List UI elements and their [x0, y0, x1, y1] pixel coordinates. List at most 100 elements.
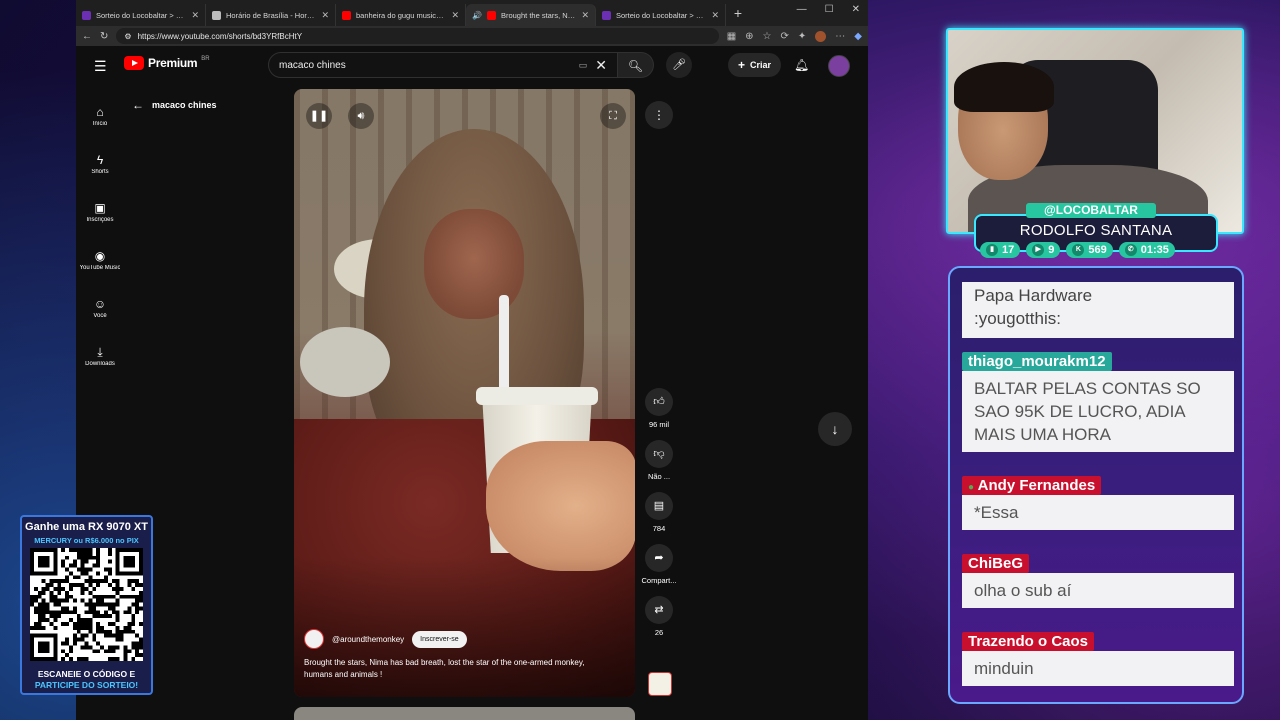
speaker-icon: 🔊	[472, 10, 482, 20]
back-icon[interactable]: ←	[82, 31, 92, 42]
extensions-icon[interactable]: ✦	[798, 31, 806, 42]
remix-action: ⇄ 26	[638, 596, 680, 637]
shorts-icon: ϟ	[96, 152, 104, 167]
badge-icon: ●	[968, 482, 975, 493]
video-caption[interactable]: Brought the stars, Nima has bad breath, …	[304, 657, 604, 681]
stat-youtube: ▶ 9	[1026, 242, 1061, 258]
search-input[interactable]: macaco chines ▭ ✕	[268, 52, 618, 78]
comments-button[interactable]: ▤	[645, 492, 673, 520]
zoom-icon[interactable]: ⊕	[745, 31, 753, 42]
maximize-icon[interactable]: ☐	[825, 4, 834, 15]
sidebar-item-you[interactable]: ☺ Você	[76, 284, 124, 332]
channel-handle[interactable]: @aroundthemonkey	[332, 635, 404, 644]
stream-stats: ▮ 17 ▶ 9 K 569 ✆ 01:35	[980, 242, 1175, 258]
apps-icon[interactable]: ▦	[727, 31, 736, 42]
whatsapp-icon: ✆	[1124, 244, 1137, 256]
download-icon: ⤓	[97, 344, 103, 359]
volume-button[interactable]: 🔊︎	[348, 103, 374, 129]
stat-whatsapp: ✆ 01:35	[1118, 242, 1175, 258]
sidebar-item-downloads[interactable]: ⤓ Downloads	[76, 332, 124, 380]
youtube-header: ☰ Premium BR macaco chines ▭ ✕ 🔍︎ 🎤︎ + Cr…	[76, 46, 868, 86]
close-window-icon[interactable]: ✕	[852, 4, 860, 15]
more-options-button[interactable]: ⋮	[645, 101, 673, 129]
close-icon[interactable]: ✕	[581, 10, 589, 21]
streamer-name: RODOLFO SANTANA	[1019, 222, 1173, 239]
channel-avatar[interactable]	[304, 629, 324, 649]
short-actions: 👍︎ 96 mil 👎︎ Não ... ▤ 784 ➦ Compart... ⇄ 26	[638, 388, 680, 648]
tab-favicon	[82, 10, 91, 20]
fullscreen-button[interactable]: ⛶	[600, 103, 626, 129]
account-avatar[interactable]	[828, 55, 850, 77]
next-video-button[interactable]: ↓	[818, 412, 852, 446]
arrow-down-icon: ↓	[831, 421, 839, 437]
share-icon: ➦	[654, 552, 664, 564]
share-button[interactable]: ➦	[645, 544, 673, 572]
reload-icon[interactable]: ↻	[100, 31, 108, 42]
qr-code[interactable]	[30, 548, 143, 661]
sound-source-thumbnail[interactable]	[648, 672, 672, 696]
dislike-button[interactable]: 👎︎	[645, 440, 673, 468]
browser-tab-active[interactable]: 🔊Brought the stars, Nima h✕	[466, 4, 596, 26]
profile-avatar[interactable]	[815, 30, 827, 42]
chat-message: thiago_mourakm12 BALTAR PELAS CONTAS SO …	[962, 352, 1234, 452]
chat-message: ● Andy Fernandes *Essa	[962, 476, 1234, 530]
refresh-extension-icon[interactable]: ⟳	[781, 31, 789, 42]
video-cup-lid	[476, 387, 598, 405]
address-bar-icons: ▦ ⊕ ☆ ⟳ ✦ ⋯ ◆	[727, 30, 862, 42]
voice-search-button[interactable]: 🎤︎	[666, 52, 692, 78]
close-icon[interactable]: ✕	[191, 10, 199, 21]
chat-message: Papa Hardware :yougotthis:	[962, 282, 1234, 338]
menu-dots-icon[interactable]: ⋯	[835, 31, 845, 42]
close-icon[interactable]: ✕	[711, 10, 719, 21]
address-bar: ← ↻ ⚙ https://www.youtube.com/shorts/bd3…	[76, 26, 868, 46]
clear-search-icon[interactable]: ✕	[595, 57, 607, 74]
menu-icon[interactable]: ☰	[94, 58, 107, 75]
short-video-player[interactable]: ❚❚ 🔊︎ ⛶ @aroundthemonkey Inscrever-se Br…	[294, 89, 635, 697]
subscribe-button[interactable]: Inscrever-se	[412, 630, 467, 648]
youtube-icon: ▶	[1032, 244, 1045, 256]
comment-icon: ▤	[653, 500, 665, 512]
copilot-icon[interactable]: ◆	[854, 31, 862, 42]
pause-button[interactable]: ❚❚	[306, 103, 332, 129]
tab-favicon	[342, 10, 351, 20]
star-icon[interactable]: ☆	[763, 31, 772, 42]
dislike-action: 👎︎ Não ...	[638, 440, 680, 481]
more-vert-icon: ⋮	[653, 108, 665, 122]
sidebar-item-home[interactable]: ⌂ Início	[76, 92, 124, 140]
video-bowl-small	[300, 327, 390, 397]
subscriptions-icon: ▣	[94, 200, 106, 215]
twitch-icon: ▮	[986, 244, 998, 256]
create-button[interactable]: + Criar	[728, 53, 782, 77]
window-controls: — ☐ ✕	[797, 4, 860, 15]
minimize-icon[interactable]: —	[797, 4, 807, 15]
music-icon: ◉	[94, 248, 106, 263]
sidebar-item-music[interactable]: ◉ YouTube Music	[76, 236, 124, 284]
close-icon[interactable]: ✕	[451, 10, 459, 21]
like-button[interactable]: 👍︎	[645, 388, 673, 416]
search-icon: 🔍︎	[627, 59, 644, 73]
sidebar-item-subscriptions[interactable]: ▣ Inscrições	[76, 188, 124, 236]
kick-icon: K	[1072, 244, 1085, 256]
sidebar-item-shorts[interactable]: ϟ Shorts	[76, 140, 124, 188]
back-to-search-button[interactable]: ← macaco chines	[132, 98, 217, 112]
next-short-preview[interactable]	[294, 707, 635, 720]
keyboard-icon[interactable]: ▭	[579, 60, 588, 71]
browser-tab[interactable]: Horário de Brasília - Hora Certa✕	[206, 4, 336, 26]
youtube-logo[interactable]: Premium BR	[124, 56, 210, 70]
browser-tab[interactable]: Sorteio do Locobaltar > Sorteio✕	[596, 4, 726, 26]
pause-icon: ❚❚	[309, 110, 329, 122]
remix-button[interactable]: ⇄	[645, 596, 673, 624]
browser-tab[interactable]: banheira do gugu musica - YouTube✕	[336, 4, 466, 26]
url-field[interactable]: ⚙ https://www.youtube.com/shorts/bd3YRfB…	[116, 28, 719, 44]
new-tab-button[interactable]: +	[726, 5, 750, 21]
search-button[interactable]: 🔍︎	[618, 52, 654, 78]
streamer-handle: @LOCOBALTAR	[1026, 203, 1156, 218]
thumbs-down-icon: 👎︎	[653, 448, 665, 460]
channel-info: @aroundthemonkey Inscrever-se	[304, 629, 467, 649]
tab-favicon	[602, 10, 611, 20]
site-info-icon[interactable]: ⚙	[124, 32, 131, 41]
stat-twitch: ▮ 17	[980, 242, 1021, 258]
notifications-bell-icon[interactable]: 🔔︎	[794, 58, 809, 72]
browser-tab[interactable]: Sorteio do Locobaltar > Dados✕	[76, 4, 206, 26]
close-icon[interactable]: ✕	[321, 10, 329, 21]
